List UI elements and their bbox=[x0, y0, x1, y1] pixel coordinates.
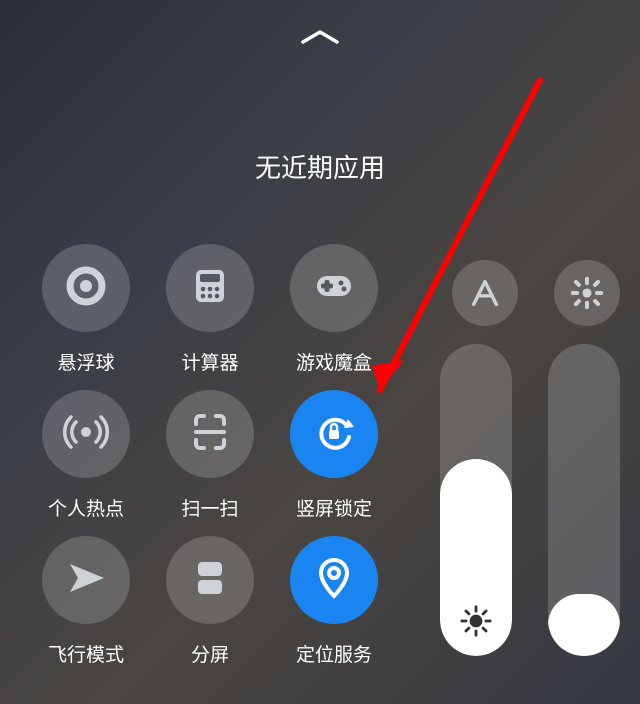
airplane-toggle[interactable] bbox=[42, 536, 130, 624]
split-screen-icon bbox=[186, 554, 234, 607]
hotspot-icon bbox=[62, 408, 110, 461]
scan-icon bbox=[186, 408, 234, 461]
tile-label: 飞行模式 bbox=[48, 640, 124, 667]
tile-floating-ball: 悬浮球 bbox=[34, 244, 138, 384]
floating-ball-toggle[interactable] bbox=[42, 244, 130, 332]
rotation-lock-toggle[interactable] bbox=[290, 390, 378, 478]
brightness-slider[interactable] bbox=[440, 344, 512, 656]
tile-airplane: 飞行模式 bbox=[34, 536, 138, 676]
tile-calculator: 计算器 bbox=[158, 244, 262, 384]
tile-rotation-lock: 竖屏锁定 bbox=[282, 390, 386, 530]
split-screen-toggle[interactable] bbox=[166, 536, 254, 624]
tile-hotspot: 个人热点 bbox=[34, 390, 138, 530]
tile-label: 分屏 bbox=[191, 640, 229, 667]
tile-label: 个人热点 bbox=[48, 494, 124, 521]
tile-label: 计算器 bbox=[181, 348, 238, 375]
tile-location: 定位服务 bbox=[282, 536, 386, 676]
volume-slider[interactable] bbox=[548, 344, 620, 656]
airplane-icon bbox=[62, 554, 110, 607]
brightness-icon bbox=[459, 604, 493, 638]
rotation-lock-icon bbox=[310, 408, 358, 461]
font-button[interactable] bbox=[452, 260, 518, 326]
tile-label: 悬浮球 bbox=[57, 348, 114, 375]
tile-split-screen: 分屏 bbox=[158, 536, 262, 676]
volume-icon bbox=[567, 604, 601, 638]
tile-game-box: 游戏魔盒 bbox=[282, 244, 386, 384]
page-title: 无近期应用 bbox=[24, 148, 616, 185]
tile-label: 游戏魔盒 bbox=[296, 348, 372, 375]
calculator-icon bbox=[186, 262, 234, 315]
collapse-handle[interactable] bbox=[24, 26, 616, 48]
tile-label: 扫一扫 bbox=[181, 494, 238, 521]
scan-toggle[interactable] bbox=[166, 390, 254, 478]
tile-scan: 扫一扫 bbox=[158, 390, 262, 530]
settings-button[interactable] bbox=[554, 260, 620, 326]
game-box-icon bbox=[310, 262, 358, 315]
hotspot-toggle[interactable] bbox=[42, 390, 130, 478]
tile-label: 竖屏锁定 bbox=[296, 494, 372, 521]
location-icon bbox=[310, 554, 358, 607]
calculator-toggle[interactable] bbox=[166, 244, 254, 332]
floating-ball-icon bbox=[62, 262, 110, 315]
location-toggle[interactable] bbox=[290, 536, 378, 624]
game-box-toggle[interactable] bbox=[290, 244, 378, 332]
tile-label: 定位服务 bbox=[296, 640, 372, 667]
